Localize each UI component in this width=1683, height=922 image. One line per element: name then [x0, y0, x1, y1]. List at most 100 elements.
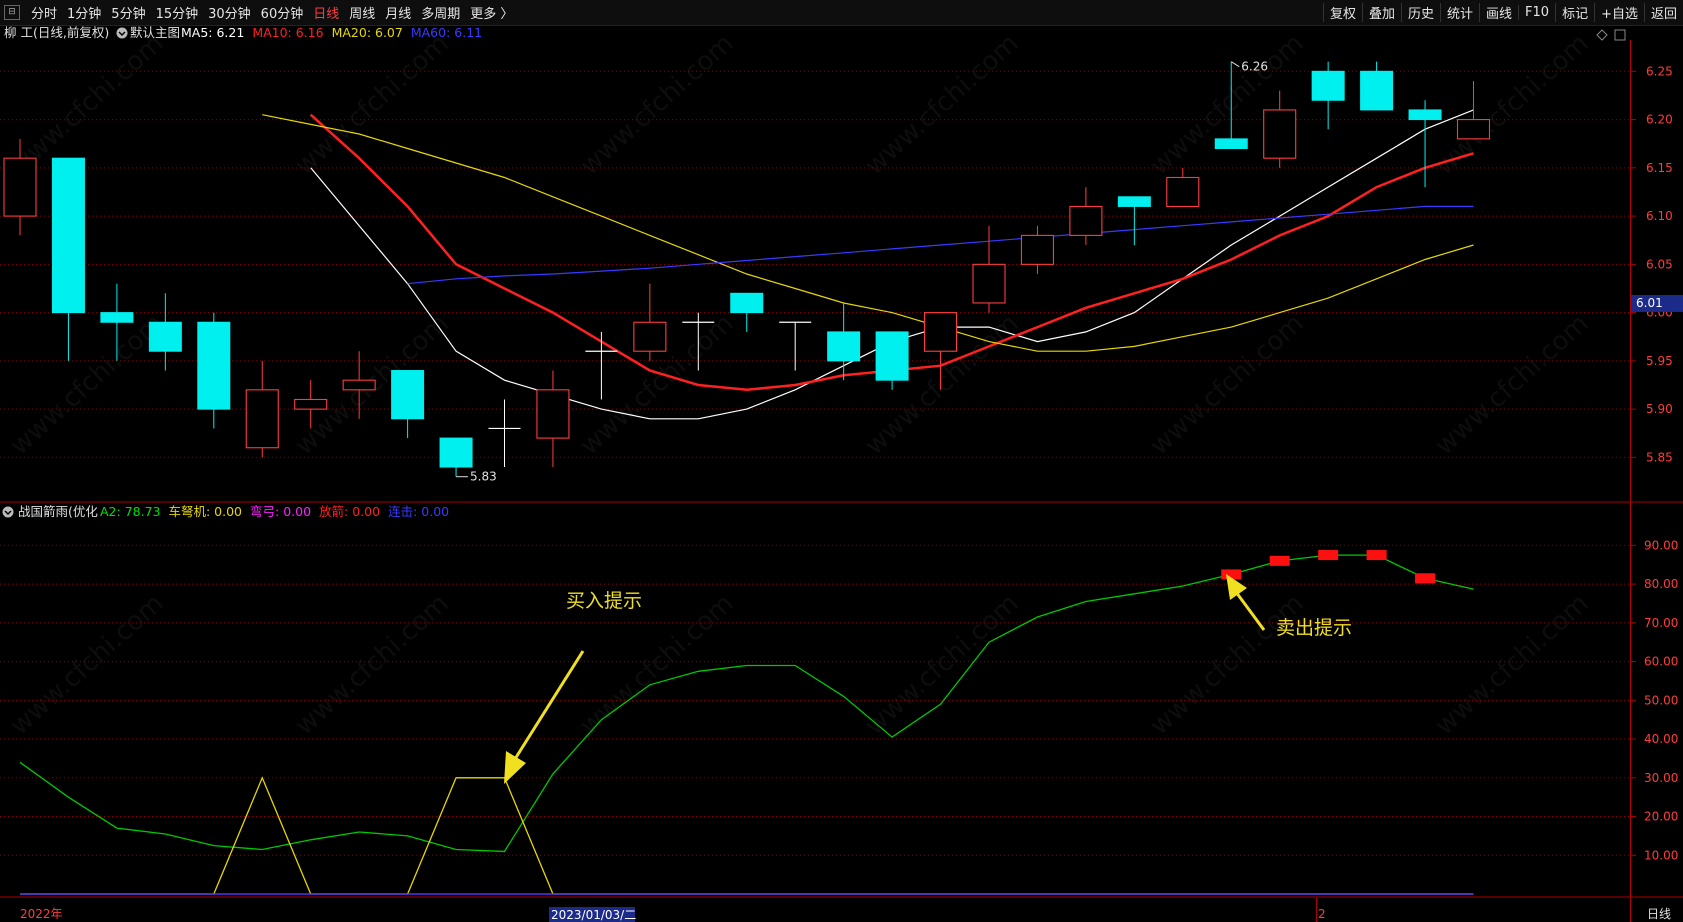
legend-item-1: 车弩机: 0.00: [168, 504, 242, 519]
legend-item-3: MA60: 6.11: [411, 26, 482, 40]
indicator-line-A2: [19, 554, 1474, 853]
diamond-icon: [1596, 29, 1608, 41]
legend-item-0: MA5: 6.21: [181, 26, 244, 40]
legend-item-2: MA20: 6.07: [332, 26, 403, 40]
buy-label: 买入提示: [566, 590, 642, 612]
candle-body-down: [1311, 70, 1345, 101]
candle: [197, 312, 231, 429]
date-axis: 2022年 2023/01/03/二 2 日线: [20, 898, 1671, 922]
kline-chart[interactable]: www.cfchi.com www.cfchi.com www.cfchi.com w…: [0, 26, 1683, 922]
template-label[interactable]: 默认主图: [130, 26, 180, 40]
candle-body-up: [1069, 205, 1103, 236]
candle-body-up: [972, 263, 1006, 304]
timeframe-2[interactable]: 5分钟: [106, 3, 150, 22]
watermark-text: www.cfchi.com: [5, 588, 170, 741]
timeframe-1[interactable]: 1分钟: [62, 3, 106, 22]
candle: [1360, 61, 1394, 111]
price-tick-label: 6.25: [1646, 64, 1673, 78]
indicator-menu-icon[interactable]: [2, 506, 14, 518]
toolbar-button-6[interactable]: 标记: [1555, 3, 1594, 22]
toolbar-button-7[interactable]: +自选: [1594, 3, 1644, 22]
date-cursor: 2023/01/03/二: [551, 908, 636, 922]
candle-body-down: [875, 331, 909, 381]
indicator-name[interactable]: 战国箭雨(优化: [18, 504, 98, 519]
candle: [245, 360, 279, 458]
ma-legend: MA5: 6.21 MA10: 6.16 MA20: 6.07 MA60: 6.11: [181, 26, 482, 40]
timeframe-0[interactable]: 分时: [26, 3, 62, 22]
candle: [730, 292, 764, 332]
toolbar-button-3[interactable]: 统计: [1440, 3, 1479, 22]
watermark-text: www.cfchi.com: [1145, 588, 1310, 741]
candle: [439, 437, 473, 477]
toolbar-button-5[interactable]: F10: [1518, 5, 1555, 20]
toolbar-button-0[interactable]: 复权: [1322, 3, 1362, 22]
timeframe-6[interactable]: 日线: [308, 3, 344, 22]
candle-body-up: [1166, 176, 1200, 207]
candle: [148, 293, 182, 371]
indicator-axis: 90.00 80.00 70.00 60.00 50.00 40.00 30.00 20.00…: [1630, 538, 1678, 862]
current-price-tag: 6.01: [1631, 294, 1683, 312]
candle-body-down: [148, 321, 182, 352]
template-icon[interactable]: [116, 27, 128, 39]
toolbar-button-4[interactable]: 画线: [1479, 3, 1518, 22]
candle-body-up: [3, 157, 37, 217]
svg-text:6.26: 6.26: [1241, 60, 1268, 74]
candle: [1069, 187, 1103, 246]
candle-body-up: [245, 389, 279, 449]
timeframe-5[interactable]: 60分钟: [256, 3, 309, 22]
watermark-text: www.cfchi.com: [290, 588, 455, 741]
indicator-tick-label: 60.00: [1644, 655, 1678, 669]
timeframe-4[interactable]: 30分钟: [203, 3, 256, 22]
watermark-text: www.cfchi.com: [860, 588, 1025, 741]
price-tick-label: 5.90: [1646, 402, 1673, 416]
watermark-text: www.cfchi.com: [290, 28, 455, 181]
low-annotation: 5.83: [456, 470, 497, 484]
toolbar-button-1[interactable]: 叠加: [1361, 3, 1401, 22]
indicator-tick-label: 20.00: [1644, 810, 1678, 824]
toolbar-button-8[interactable]: 返回: [1643, 3, 1683, 22]
toolbar-button-2[interactable]: 历史: [1400, 3, 1440, 22]
panel-frames: [0, 40, 1683, 922]
candle-body-down: [1117, 196, 1151, 207]
candle-body-down: [391, 370, 425, 420]
legend-item-4: 连击: 0.00: [388, 504, 449, 519]
candle-body-down: [730, 292, 764, 314]
watermark-text: www.cfchi.com: [860, 28, 1025, 181]
watermark-text: www.cfchi.com: [5, 308, 170, 461]
indicator-values: A2: 78.73 车弩机: 0.00 弯弓: 0.00 放箭: 0.00 连击: 0.…: [100, 504, 449, 519]
timeframe-8[interactable]: 月线: [380, 3, 416, 22]
timeframe-7[interactable]: 周线: [344, 3, 380, 22]
candle: [585, 331, 618, 400]
indicator-tick-label: 40.00: [1644, 732, 1678, 746]
candle-body-up: [536, 389, 570, 439]
timeframe-3[interactable]: 15分钟: [151, 3, 204, 22]
indicator-tick-label: 70.00: [1644, 616, 1678, 630]
candle: [1117, 196, 1151, 246]
candle-body-up: [1263, 109, 1297, 159]
candle: [1263, 90, 1297, 168]
date-mid: 2: [1318, 907, 1326, 921]
sell-mark: [1269, 555, 1290, 566]
candle-body-up: [923, 312, 958, 352]
indicator-tick-label: 10.00: [1644, 848, 1678, 862]
watermark-text: www.cfchi.com: [575, 28, 740, 181]
timeframe-10[interactable]: 更多 〉: [465, 3, 518, 22]
buy-arrow-shaft: [513, 650, 585, 760]
indicator-tick-label: 30.00: [1644, 771, 1678, 785]
ma-line-MA60: [407, 205, 1474, 285]
indicator-tick-label: 90.00: [1644, 538, 1678, 552]
candle: [1020, 225, 1055, 274]
timeframe-9[interactable]: 多周期: [416, 3, 465, 22]
price-gridlines: [0, 70, 1630, 458]
candle: [536, 370, 570, 468]
candle: [827, 302, 861, 381]
panel-controls[interactable]: [1596, 29, 1626, 41]
candle-body-down: [1214, 138, 1248, 150]
svg-text:6.01: 6.01: [1636, 296, 1663, 310]
candle: [51, 157, 85, 361]
buy-arrow-head: [504, 751, 526, 784]
svg-text:5.83: 5.83: [470, 470, 497, 484]
price-axis: 6.256.206.156.106.056.005.955.905.85: [1630, 64, 1673, 464]
window-icon[interactable]: ⊟: [4, 5, 20, 20]
legend-item-0: A2: 78.73: [100, 504, 160, 519]
